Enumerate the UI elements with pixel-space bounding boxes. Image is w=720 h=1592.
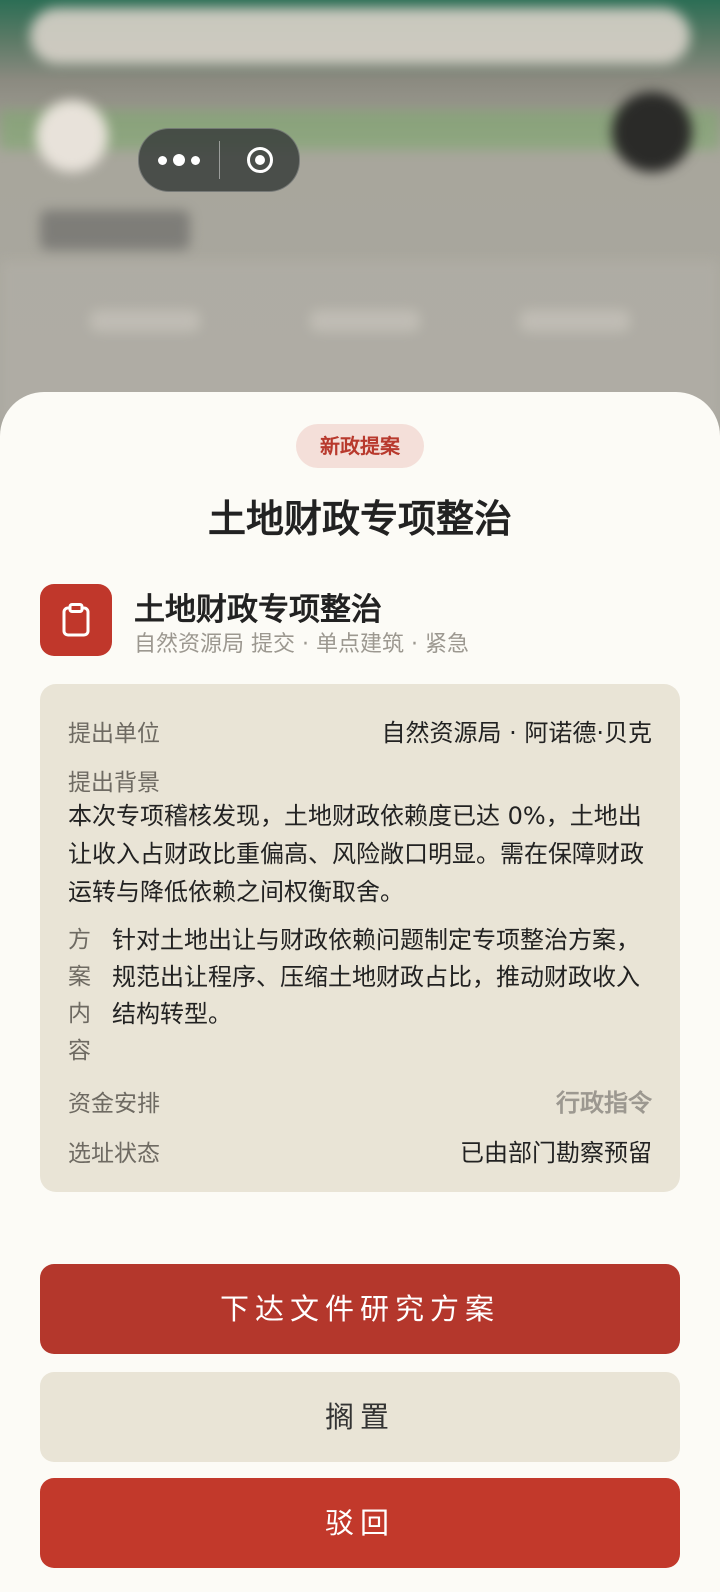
plan-label: 方案内容	[68, 927, 91, 1064]
proposal-header: 土地财政专项整治 自然资源局 提交 · 单点建筑 · 紧急	[40, 584, 680, 658]
reject-button[interactable]: 驳回	[40, 1478, 680, 1568]
proposal-sheet: 新政提案 土地财政专项整治 土地财政专项整治 自然资源局 提交 · 单点建筑 ·…	[0, 392, 720, 1592]
mini-program-capsule	[138, 128, 300, 192]
new-policy-tag: 新政提案	[296, 424, 424, 468]
unit-label: 提出单位	[68, 721, 160, 747]
proposal-name: 土地财政专项整治	[134, 592, 382, 628]
site-label: 选址状态	[68, 1141, 160, 1167]
more-dots-icon[interactable]	[139, 129, 219, 191]
clipboard-icon	[40, 584, 112, 656]
target-circle-icon[interactable]	[220, 129, 299, 191]
issue-document-button[interactable]: 下达文件研究方案	[40, 1264, 680, 1354]
shelve-button[interactable]: 搁置	[40, 1372, 680, 1462]
background-text: 本次专项稽核发现，土地财政依赖度已达 0%，土地出让收入占财政比重偏高、风险敞口…	[68, 802, 644, 906]
site-value: 已由部门勘察预留	[460, 1139, 652, 1167]
background-label: 提出背景	[68, 770, 160, 796]
sheet-title: 土地财政专项整治	[207, 496, 512, 541]
proposal-details-card: 提出单位 自然资源局 · 阿诺德·贝克 提出背景 本次专项稽核发现，土地财政依赖…	[40, 684, 680, 1192]
funding-label: 资金安排	[68, 1091, 160, 1117]
proposal-meta: 自然资源局 提交 · 单点建筑 · 紧急	[134, 632, 469, 657]
unit-value: 自然资源局 · 阿诺德·贝克	[381, 719, 652, 747]
plan-text: 针对土地出让与财政依赖问题制定专项整治方案，规范出让程序、压缩土地财政占比，推动…	[112, 926, 640, 1028]
funding-value: 行政指令	[556, 1089, 652, 1117]
